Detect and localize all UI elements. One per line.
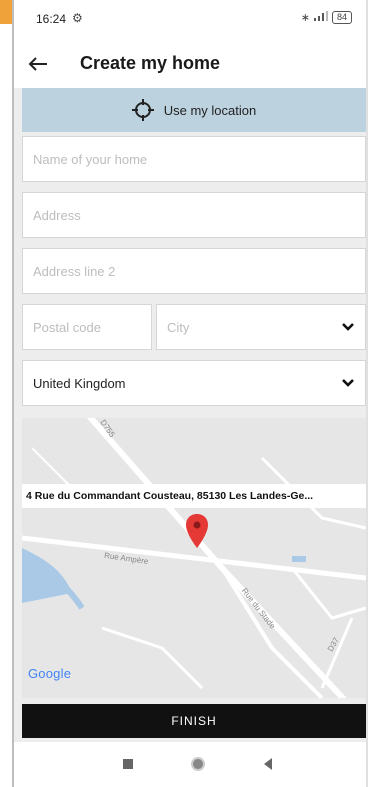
app-bar: Create my home [14, 40, 366, 88]
back-button[interactable] [24, 50, 52, 78]
status-indicators: ∗ 84 [301, 11, 352, 24]
home-name-field[interactable] [22, 136, 366, 182]
bluetooth-icon: ∗ [300, 12, 310, 24]
phone-screen: 16:24 ⚙ ∗ 84 Create my home Use my locat… [14, 0, 366, 787]
chevron-down-icon [341, 322, 355, 332]
home-name-input[interactable] [23, 137, 365, 181]
triangle-back-icon [264, 758, 272, 770]
postal-code-input[interactable] [23, 305, 151, 349]
battery-icon: 84 [331, 11, 352, 24]
google-logo: Google [28, 666, 72, 681]
address-input[interactable] [23, 193, 365, 237]
map-pin-icon [186, 514, 208, 555]
signal-icon [313, 11, 328, 24]
country-select[interactable]: United Kingdom [22, 360, 366, 406]
selected-address-banner: 4 Rue du Commandant Cousteau, 85130 Les … [22, 484, 366, 508]
use-my-location-button[interactable]: Use my location [22, 88, 366, 132]
page-title: Create my home [80, 53, 221, 73]
address-field[interactable] [22, 192, 366, 238]
system-nav-bar [14, 742, 366, 787]
square-icon [123, 759, 133, 769]
chevron-down-icon [341, 378, 355, 388]
map-view[interactable]: D755 Rue Ampère Rue du Stade D37 4 Rue d… [22, 418, 366, 698]
address-line-2-input[interactable] [23, 249, 365, 293]
corner-accent [0, 0, 12, 24]
city-select[interactable]: City [156, 304, 366, 350]
map-roads [22, 418, 366, 698]
finish-button[interactable]: FINISH [22, 704, 366, 738]
home-button[interactable] [188, 754, 208, 774]
country-select-value: United Kingdom [33, 375, 126, 391]
postal-code-field[interactable] [22, 304, 152, 350]
address-line-2-field[interactable] [22, 248, 366, 294]
status-bar: 16:24 ⚙ ∗ 84 [14, 0, 366, 40]
back-nav-button[interactable] [258, 754, 278, 774]
back-arrow-icon [28, 57, 47, 71]
status-time: 16:24 [36, 12, 67, 26]
recents-button[interactable] [118, 754, 138, 774]
crosshair-icon [131, 99, 154, 121]
settings-status-icon: ⚙ [72, 11, 83, 25]
use-my-location-label: Use my location [163, 102, 257, 118]
circle-icon [191, 757, 205, 771]
city-select-value: City [167, 319, 190, 335]
